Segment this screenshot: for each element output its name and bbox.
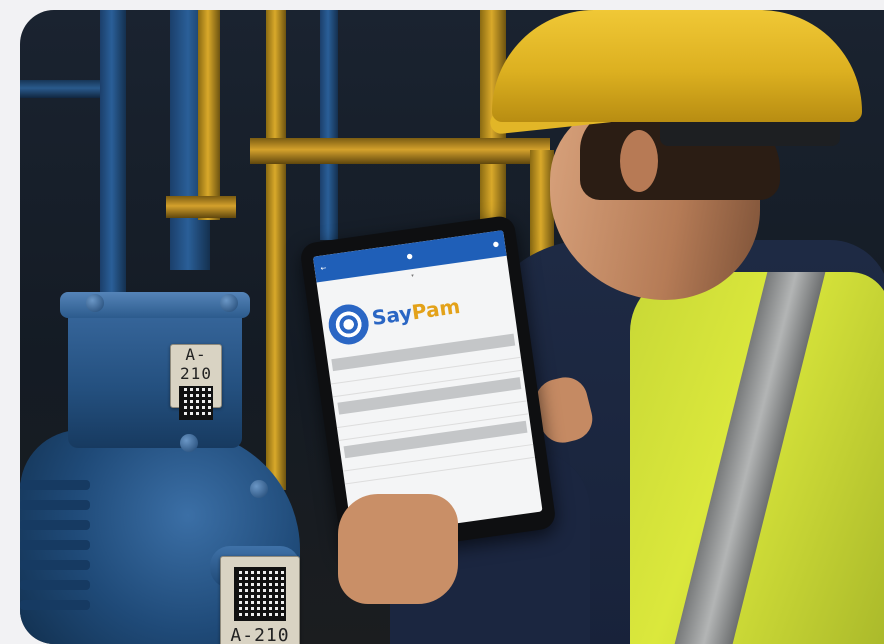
back-arrow-icon: ← (320, 264, 328, 273)
bolt-icon (180, 434, 198, 452)
worker-ear (620, 130, 658, 192)
bolt-icon (220, 294, 238, 312)
asset-tag: A-210 (220, 556, 300, 644)
asset-tag: A-210 (170, 344, 222, 420)
blue-pipe (320, 10, 338, 240)
saypam-logo-icon (326, 301, 372, 348)
tablet-screen: ← ● ● ▾ SayPam (312, 230, 543, 538)
yellow-pipe (250, 138, 550, 164)
blue-pipe (100, 10, 126, 310)
qr-code-icon (234, 567, 286, 621)
photo-frame: A-210 A-210 ← ● ● ▾ SayPam (20, 10, 884, 644)
app-bar-status-icon: ● (492, 239, 500, 249)
bolt-icon (86, 294, 104, 312)
yellow-pipe (266, 10, 286, 490)
yellow-pipe (198, 10, 220, 220)
app-bar-logo-icon: ● (406, 251, 414, 261)
bolt-icon (250, 480, 268, 498)
hard-hat (492, 10, 862, 122)
yellow-pipe (166, 196, 236, 218)
worker-hand (338, 494, 458, 604)
asset-tag-id: A-210 (230, 625, 290, 644)
qr-code-icon (179, 386, 213, 420)
asset-tag-id: A-210 (180, 345, 212, 383)
blue-pipe (20, 80, 100, 98)
